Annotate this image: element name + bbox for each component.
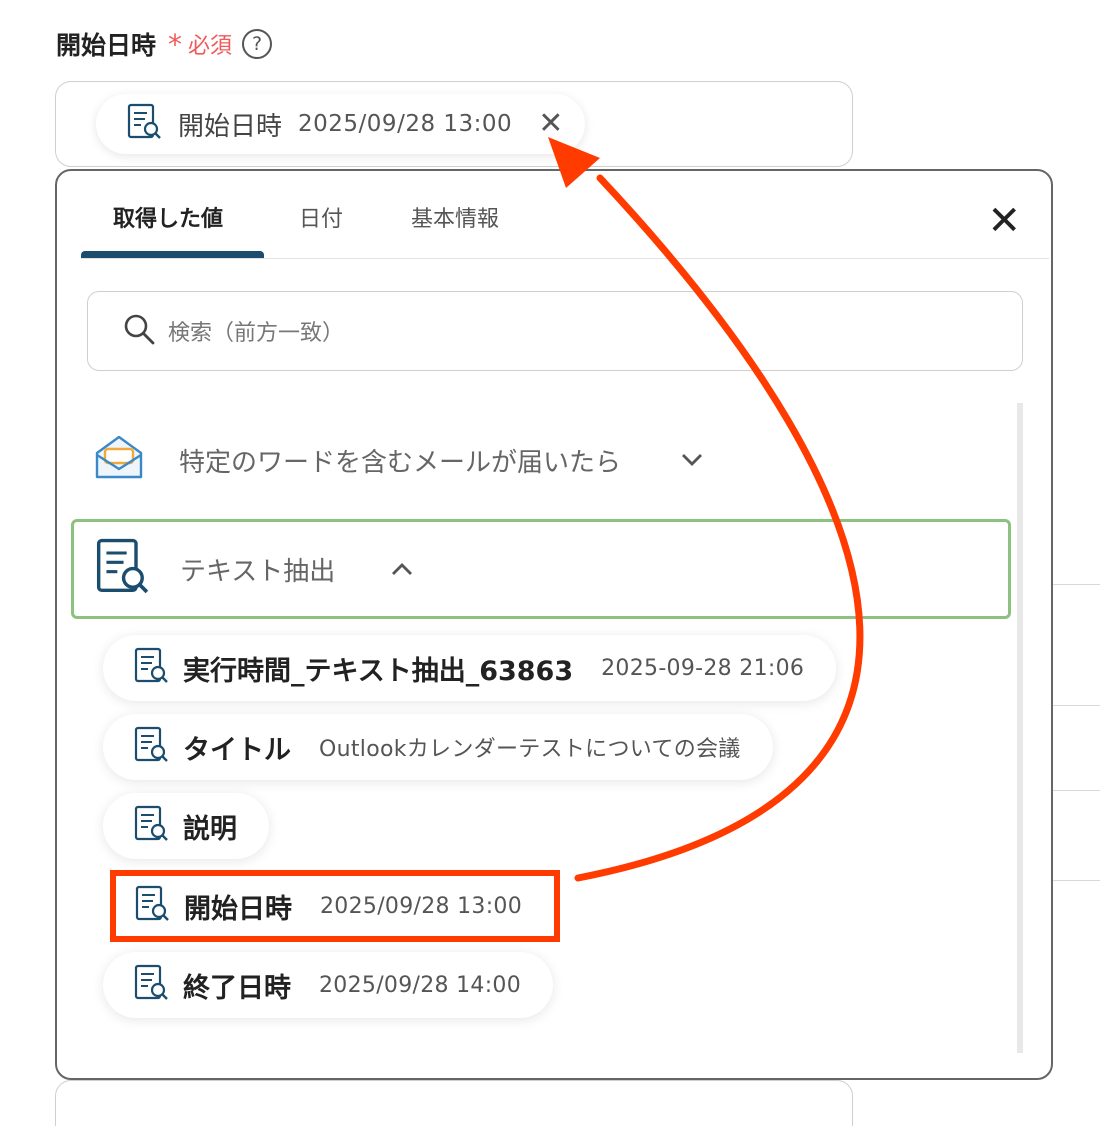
mail-icon [93, 433, 145, 487]
item-value: 2025/09/28 13:00 [320, 893, 522, 919]
item-value: Outlookカレンダーテストについての会議 [319, 737, 741, 762]
group-mail-name: 特定のワードを含むメールが届いたら [179, 447, 622, 478]
selected-value-name: 開始日時 [178, 111, 283, 142]
scrollbar[interactable] [1017, 403, 1023, 1053]
required-text: 必須 [188, 34, 233, 59]
item-value: 2025-09-28 21:06 [601, 655, 805, 681]
item-name: 実行時間_テキスト抽出_63863 [183, 655, 574, 687]
field-label-row: 開始日時 * 必須 ? [56, 26, 273, 62]
text-extract-icon [133, 805, 169, 847]
group-text-extract-name: テキスト抽出 [180, 556, 336, 587]
item-value: 2025/09/28 14:00 [319, 972, 521, 998]
group-mail-trigger[interactable]: 特定のワードを含むメールが届いたら [93, 433, 703, 487]
text-extract-icon [134, 885, 170, 927]
chevron-up-icon [391, 557, 413, 582]
active-tab-indicator [81, 251, 264, 258]
help-icon[interactable]: ? [242, 29, 273, 59]
field-label: 開始日時 [56, 31, 157, 60]
item-name: 開始日時 [184, 893, 292, 925]
list-item-highlighted[interactable]: 開始日時 2025/09/28 13:00 [110, 870, 560, 942]
group-text-extract[interactable]: テキスト抽出 [71, 519, 1011, 619]
text-extract-icon [94, 537, 150, 601]
text-extract-icon [126, 103, 162, 145]
list-item[interactable]: 説明 [103, 793, 269, 859]
list-item[interactable]: 実行時間_テキスト抽出_63863 2025-09-28 21:06 [103, 635, 837, 701]
next-field-input[interactable] [55, 1080, 853, 1126]
text-extract-icon [133, 726, 169, 768]
search-placeholder: 検索（前方一致） [168, 321, 345, 346]
background-divider [1053, 880, 1100, 881]
tab-basic-info[interactable]: 基本情報 [411, 201, 499, 233]
text-extract-icon [133, 647, 169, 689]
required-asterisk: * [168, 27, 183, 61]
chevron-down-icon [681, 448, 703, 473]
search-icon [122, 312, 156, 350]
tab-bar: 取得した値 日付 基本情報 [81, 171, 1049, 259]
search-input[interactable]: 検索（前方一致） [87, 291, 1023, 371]
remove-icon[interactable]: ✕ [538, 109, 563, 139]
tab-acquired-values[interactable]: 取得した値 [113, 201, 223, 233]
list-item[interactable]: 終了日時 2025/09/28 14:00 [103, 952, 553, 1018]
list-item[interactable]: タイトル Outlookカレンダーテストについての会議 [103, 714, 773, 780]
background-divider [1053, 790, 1100, 791]
tab-date[interactable]: 日付 [299, 201, 343, 233]
close-icon[interactable]: ✕ [987, 201, 1021, 241]
value-picker-panel: 取得した値 日付 基本情報 ✕ 検索（前方一致） 特定のワードを含むメールが届い… [55, 169, 1053, 1080]
background-divider [1053, 584, 1100, 585]
background-divider [1053, 705, 1100, 706]
item-name: タイトル [183, 734, 291, 766]
selected-value-chip[interactable]: 開始日時 2025/09/28 13:00 ✕ [96, 94, 586, 154]
item-name: 終了日時 [183, 972, 291, 1004]
text-extract-icon [133, 964, 169, 1006]
item-name: 説明 [183, 813, 237, 845]
selected-value-value: 2025/09/28 13:00 [298, 111, 513, 137]
